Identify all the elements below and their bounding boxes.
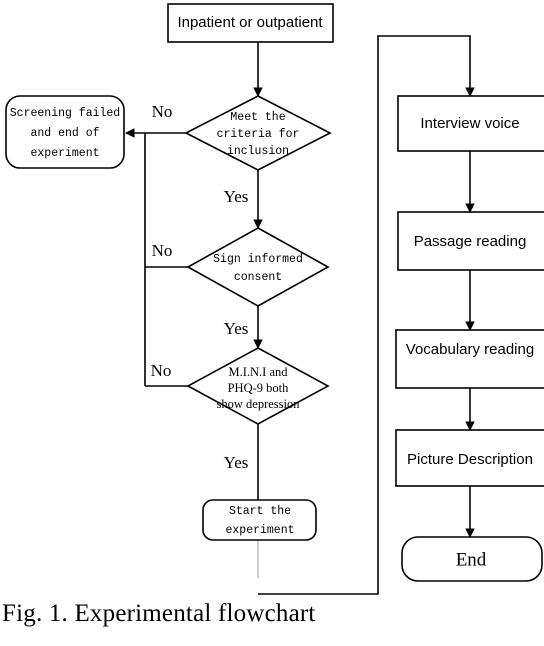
node-vocabulary-reading: Vocabulary reading xyxy=(395,329,544,389)
experimental-flowchart-figure: Inpatient or outpatient Screening failed… xyxy=(0,0,544,646)
node-screening-failed-line2: and end of xyxy=(30,127,99,140)
node-decision-depression-line3: show depression xyxy=(217,397,301,411)
node-end: End xyxy=(401,536,543,582)
node-inpatient-or-outpatient-label: Inpatient or outpatient xyxy=(177,14,323,31)
edge-label-no-inclusion: No xyxy=(152,102,173,121)
edge-label-no-consent: No xyxy=(152,241,173,260)
node-decision-inclusion: Meet the criteria for inclusion xyxy=(184,95,332,171)
node-passage-reading: Passage reading xyxy=(397,211,544,271)
edge-label-yes-depression: Yes xyxy=(224,453,249,472)
node-picture-description-label: Picture Description xyxy=(407,451,533,468)
node-decision-depression: M.I.N.I and PHQ-9 both show depression xyxy=(186,347,330,425)
node-picture-description: Picture Description xyxy=(395,429,544,487)
node-end-label: End xyxy=(456,549,487,570)
node-decision-depression-line1: M.I.N.I and xyxy=(228,365,288,379)
node-screening-failed: Screening failed and end of experiment xyxy=(5,95,125,169)
node-start-the-experiment-line2: experiment xyxy=(225,524,294,537)
edge-label-no-depression: No xyxy=(151,361,172,380)
node-decision-consent-line2: consent xyxy=(234,271,282,284)
node-interview-voice-label: Interview voice xyxy=(420,115,519,132)
node-vocabulary-reading-label: Vocabulary reading xyxy=(406,341,534,358)
figure-caption: Fig. 1. Experimental flowchart xyxy=(2,600,316,627)
node-decision-depression-line2: PHQ-9 both xyxy=(228,381,290,395)
node-decision-inclusion-line2: criteria for xyxy=(217,128,300,141)
edge-label-yes-inclusion: Yes xyxy=(224,187,249,206)
node-decision-consent: Sign informed consent xyxy=(186,227,330,307)
flowchart-canvas: Inpatient or outpatient Screening failed… xyxy=(5,3,544,595)
node-start-the-experiment: Start the experiment xyxy=(202,499,317,541)
edge-label-yes-consent: Yes xyxy=(224,319,249,338)
node-decision-inclusion-line3: inclusion xyxy=(227,145,289,158)
node-inpatient-or-outpatient: Inpatient or outpatient xyxy=(167,3,334,43)
node-passage-reading-label: Passage reading xyxy=(414,233,527,250)
node-screening-failed-line1: Screening failed xyxy=(10,107,120,120)
node-screening-failed-line3: experiment xyxy=(30,147,99,160)
node-decision-inclusion-line1: Meet the xyxy=(230,111,285,124)
node-start-the-experiment-line1: Start the xyxy=(229,505,291,518)
node-decision-consent-line1: Sign informed xyxy=(213,253,303,266)
node-interview-voice: Interview voice xyxy=(397,95,544,152)
